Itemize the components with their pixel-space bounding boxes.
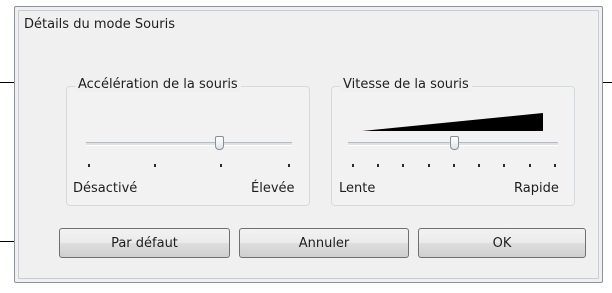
speed-tick	[478, 164, 480, 167]
speed-ramp-icon	[362, 113, 543, 131]
speed-slider-thumb[interactable]	[450, 136, 459, 150]
speed-tick	[503, 164, 505, 167]
acceleration-max-label: Élevée	[251, 181, 295, 196]
speed-tick	[428, 164, 430, 167]
ok-button[interactable]: OK	[418, 228, 586, 258]
acceleration-tick	[288, 164, 290, 167]
acceleration-tick	[154, 164, 156, 167]
acceleration-min-label: Désactivé	[73, 181, 138, 196]
speed-group-title: Vitesse de la souris	[340, 77, 472, 92]
speed-tick	[352, 164, 354, 167]
acceleration-tick	[220, 164, 222, 167]
cancel-button[interactable]: Annuler	[239, 228, 409, 258]
speed-tick	[453, 164, 455, 167]
speed-max-label: Rapide	[514, 181, 559, 196]
default-button[interactable]: Par défaut	[59, 228, 230, 258]
speed-min-label: Lente	[339, 181, 376, 196]
speed-tick	[554, 164, 556, 167]
speed-tick	[529, 164, 531, 167]
acceleration-slider-thumb[interactable]	[215, 136, 224, 150]
dialog-title: Détails du mode Souris	[24, 17, 175, 32]
speed-tick	[377, 164, 379, 167]
speed-tick	[402, 164, 404, 167]
acceleration-slider-track[interactable]	[86, 142, 292, 146]
acceleration-tick	[88, 164, 90, 167]
acceleration-group-title: Accélération de la souris	[75, 77, 241, 92]
